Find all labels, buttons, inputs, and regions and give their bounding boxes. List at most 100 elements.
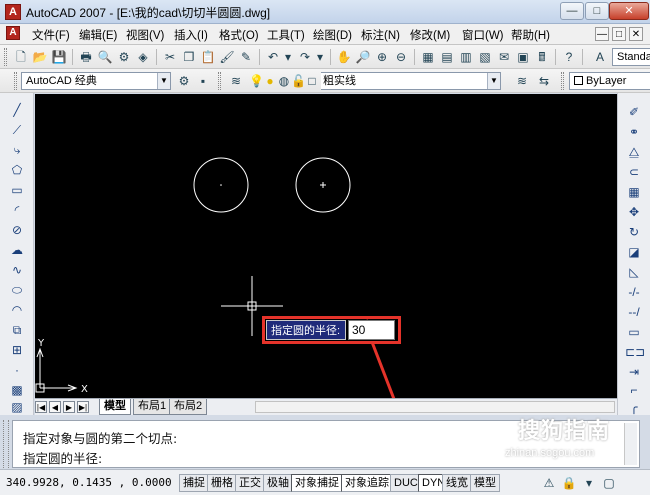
save-icon[interactable]: 💾	[50, 48, 68, 66]
osnap-toggle[interactable]: 对象捕捉	[291, 474, 343, 492]
make-layer-current-icon[interactable]: ≋	[513, 72, 531, 90]
color-combo[interactable]: ByLayer	[569, 72, 650, 90]
spline-icon[interactable]: ∿	[8, 261, 26, 279]
lock-toolbar-icon[interactable]: 🔒	[560, 474, 578, 492]
snap-toggle[interactable]: 捕捉	[179, 474, 209, 492]
menu-draw[interactable]: 绘图(D)	[313, 27, 352, 43]
layer-viewport-icon[interactable]: ◍	[277, 72, 291, 90]
layer-lock-icon[interactable]: 🔓	[291, 72, 306, 90]
dynamic-input-field[interactable]: 30	[348, 320, 395, 340]
layer-manager-icon[interactable]: ≋	[227, 72, 245, 90]
text-style-combo[interactable]: Standa	[612, 48, 650, 66]
toolbar-grip[interactable]	[4, 48, 7, 66]
copy-object-icon[interactable]: ⚭	[625, 123, 643, 141]
join-icon[interactable]: ⇥	[625, 363, 643, 381]
rotate-icon[interactable]: ↻	[625, 223, 643, 241]
maximize-button[interactable]: □	[585, 2, 609, 20]
zoom-previous-icon[interactable]: ⊖	[392, 48, 410, 66]
tab-model[interactable]: 模型	[99, 399, 131, 415]
menu-modify[interactable]: 修改(M)	[410, 27, 450, 43]
redo-dropdown-icon[interactable]: ▾	[315, 48, 325, 66]
redo-icon[interactable]: ↷	[296, 48, 314, 66]
array-icon[interactable]: ▦	[625, 183, 643, 201]
menu-insert[interactable]: 插入(I)	[174, 27, 208, 43]
calculator-icon[interactable]: 🖩	[533, 48, 551, 66]
text-style-icon[interactable]: A	[591, 48, 609, 66]
zoom-realtime-icon[interactable]: 🔎	[354, 48, 372, 66]
mirror-icon[interactable]: ⧋	[625, 143, 643, 161]
menu-view[interactable]: 视图(V)	[126, 27, 164, 43]
sheet-set-icon[interactable]: ▧	[476, 48, 494, 66]
ortho-toggle[interactable]: 正交	[235, 474, 265, 492]
grid-toggle[interactable]: 栅格	[207, 474, 237, 492]
prev-tab-button[interactable]: ◀	[49, 401, 61, 413]
chamfer-icon[interactable]: ⌐	[625, 381, 643, 399]
menu-help[interactable]: 帮助(H)	[511, 27, 550, 43]
scale-icon[interactable]: ◪	[625, 243, 643, 261]
toolbar-grip[interactable]	[14, 72, 17, 90]
construction-line-icon[interactable]: ⟋	[8, 121, 26, 139]
layer-color-icon[interactable]: □	[305, 72, 319, 90]
polyline-icon[interactable]: ⤷	[8, 141, 26, 159]
drawing-canvas[interactable]: Y X	[35, 94, 617, 398]
break-at-point-icon[interactable]: ⊏⊐	[625, 343, 645, 361]
close-button[interactable]: ✕	[609, 2, 649, 20]
command-scrollbar[interactable]	[624, 423, 637, 465]
move-icon[interactable]: ✥	[625, 203, 643, 221]
offset-icon[interactable]: ⊂	[625, 163, 643, 181]
insert-block-icon[interactable]: ⧉	[8, 321, 26, 339]
status-tray-icon[interactable]: ▾	[580, 474, 598, 492]
pan-realtime-icon[interactable]: ✋	[335, 48, 353, 66]
zoom-window-icon[interactable]: ⊕	[373, 48, 391, 66]
communication-center-icon[interactable]: ⚠	[540, 474, 558, 492]
line-icon[interactable]: ╱	[8, 101, 26, 119]
make-block-icon[interactable]: ⊞	[8, 341, 26, 359]
horizontal-scrollbar[interactable]	[255, 401, 615, 413]
block-editor-icon[interactable]: ✎	[237, 48, 255, 66]
layer-on-icon[interactable]: 💡	[249, 72, 264, 90]
model-toggle[interactable]: 模型	[470, 474, 500, 492]
polygon-icon[interactable]: ⬠	[8, 161, 26, 179]
layer-freeze-icon[interactable]: ●	[263, 72, 277, 90]
autocad-app-icon[interactable]: A	[5, 4, 21, 20]
3d-dwf-icon[interactable]: ◈	[134, 48, 152, 66]
quickcalc-icon[interactable]: ▣	[514, 48, 532, 66]
undo-dropdown-icon[interactable]: ▾	[283, 48, 293, 66]
save-workspace-icon[interactable]: ▪	[194, 72, 212, 90]
minimize-button[interactable]: —	[560, 2, 584, 20]
rectangle-icon[interactable]: ▭	[8, 181, 26, 199]
menu-dimension[interactable]: 标注(N)	[361, 27, 400, 43]
fillet-icon[interactable]: ╭	[625, 398, 643, 416]
menu-window[interactable]: 窗口(W)	[462, 27, 504, 43]
coordinate-readout[interactable]: 340.9928, 0.1435 , 0.0000	[6, 474, 176, 492]
break-icon[interactable]: ▭	[625, 323, 643, 341]
arc-icon[interactable]: ◜	[8, 201, 26, 219]
menu-tools[interactable]: 工具(T)	[267, 27, 305, 43]
workspace-combo[interactable]: AutoCAD 经典 ▼	[21, 72, 171, 90]
help-icon[interactable]: ?	[560, 48, 578, 66]
paste-icon[interactable]: 📋	[199, 48, 217, 66]
point-icon[interactable]: ·	[8, 361, 26, 379]
publish-icon[interactable]: ⚙	[115, 48, 133, 66]
hatch-icon[interactable]: ▩	[8, 381, 26, 399]
layer-combo[interactable]: 粗实线 ▼	[321, 72, 501, 90]
layer-previous-icon[interactable]: ⇆	[535, 72, 553, 90]
menu-edit[interactable]: 编辑(E)	[79, 27, 117, 43]
clean-screen-icon[interactable]: ▢	[600, 474, 618, 492]
properties-icon[interactable]: ▦	[419, 48, 437, 66]
menu-file[interactable]: 文件(F)	[32, 27, 70, 43]
lineweight-toggle[interactable]: 线宽	[442, 474, 472, 492]
command-line-grip[interactable]	[3, 420, 9, 468]
cut-icon[interactable]: ✂	[161, 48, 179, 66]
tool-palettes-icon[interactable]: ▥	[457, 48, 475, 66]
stretch-icon[interactable]: ◺	[625, 263, 643, 281]
chevron-down-icon[interactable]: ▼	[487, 73, 500, 89]
workspace-settings-icon[interactable]: ⚙	[175, 72, 193, 90]
toolbar-grip[interactable]	[218, 72, 221, 90]
circle-icon[interactable]: ⊘	[8, 221, 26, 239]
tab-layout2[interactable]: 布局2	[169, 399, 208, 415]
command-prompt-line[interactable]: 指定圆的半径:	[23, 448, 102, 467]
last-tab-button[interactable]: ▶|	[77, 401, 89, 413]
menu-format[interactable]: 格式(O)	[219, 27, 259, 43]
print-preview-icon[interactable]: 🔍	[96, 48, 114, 66]
